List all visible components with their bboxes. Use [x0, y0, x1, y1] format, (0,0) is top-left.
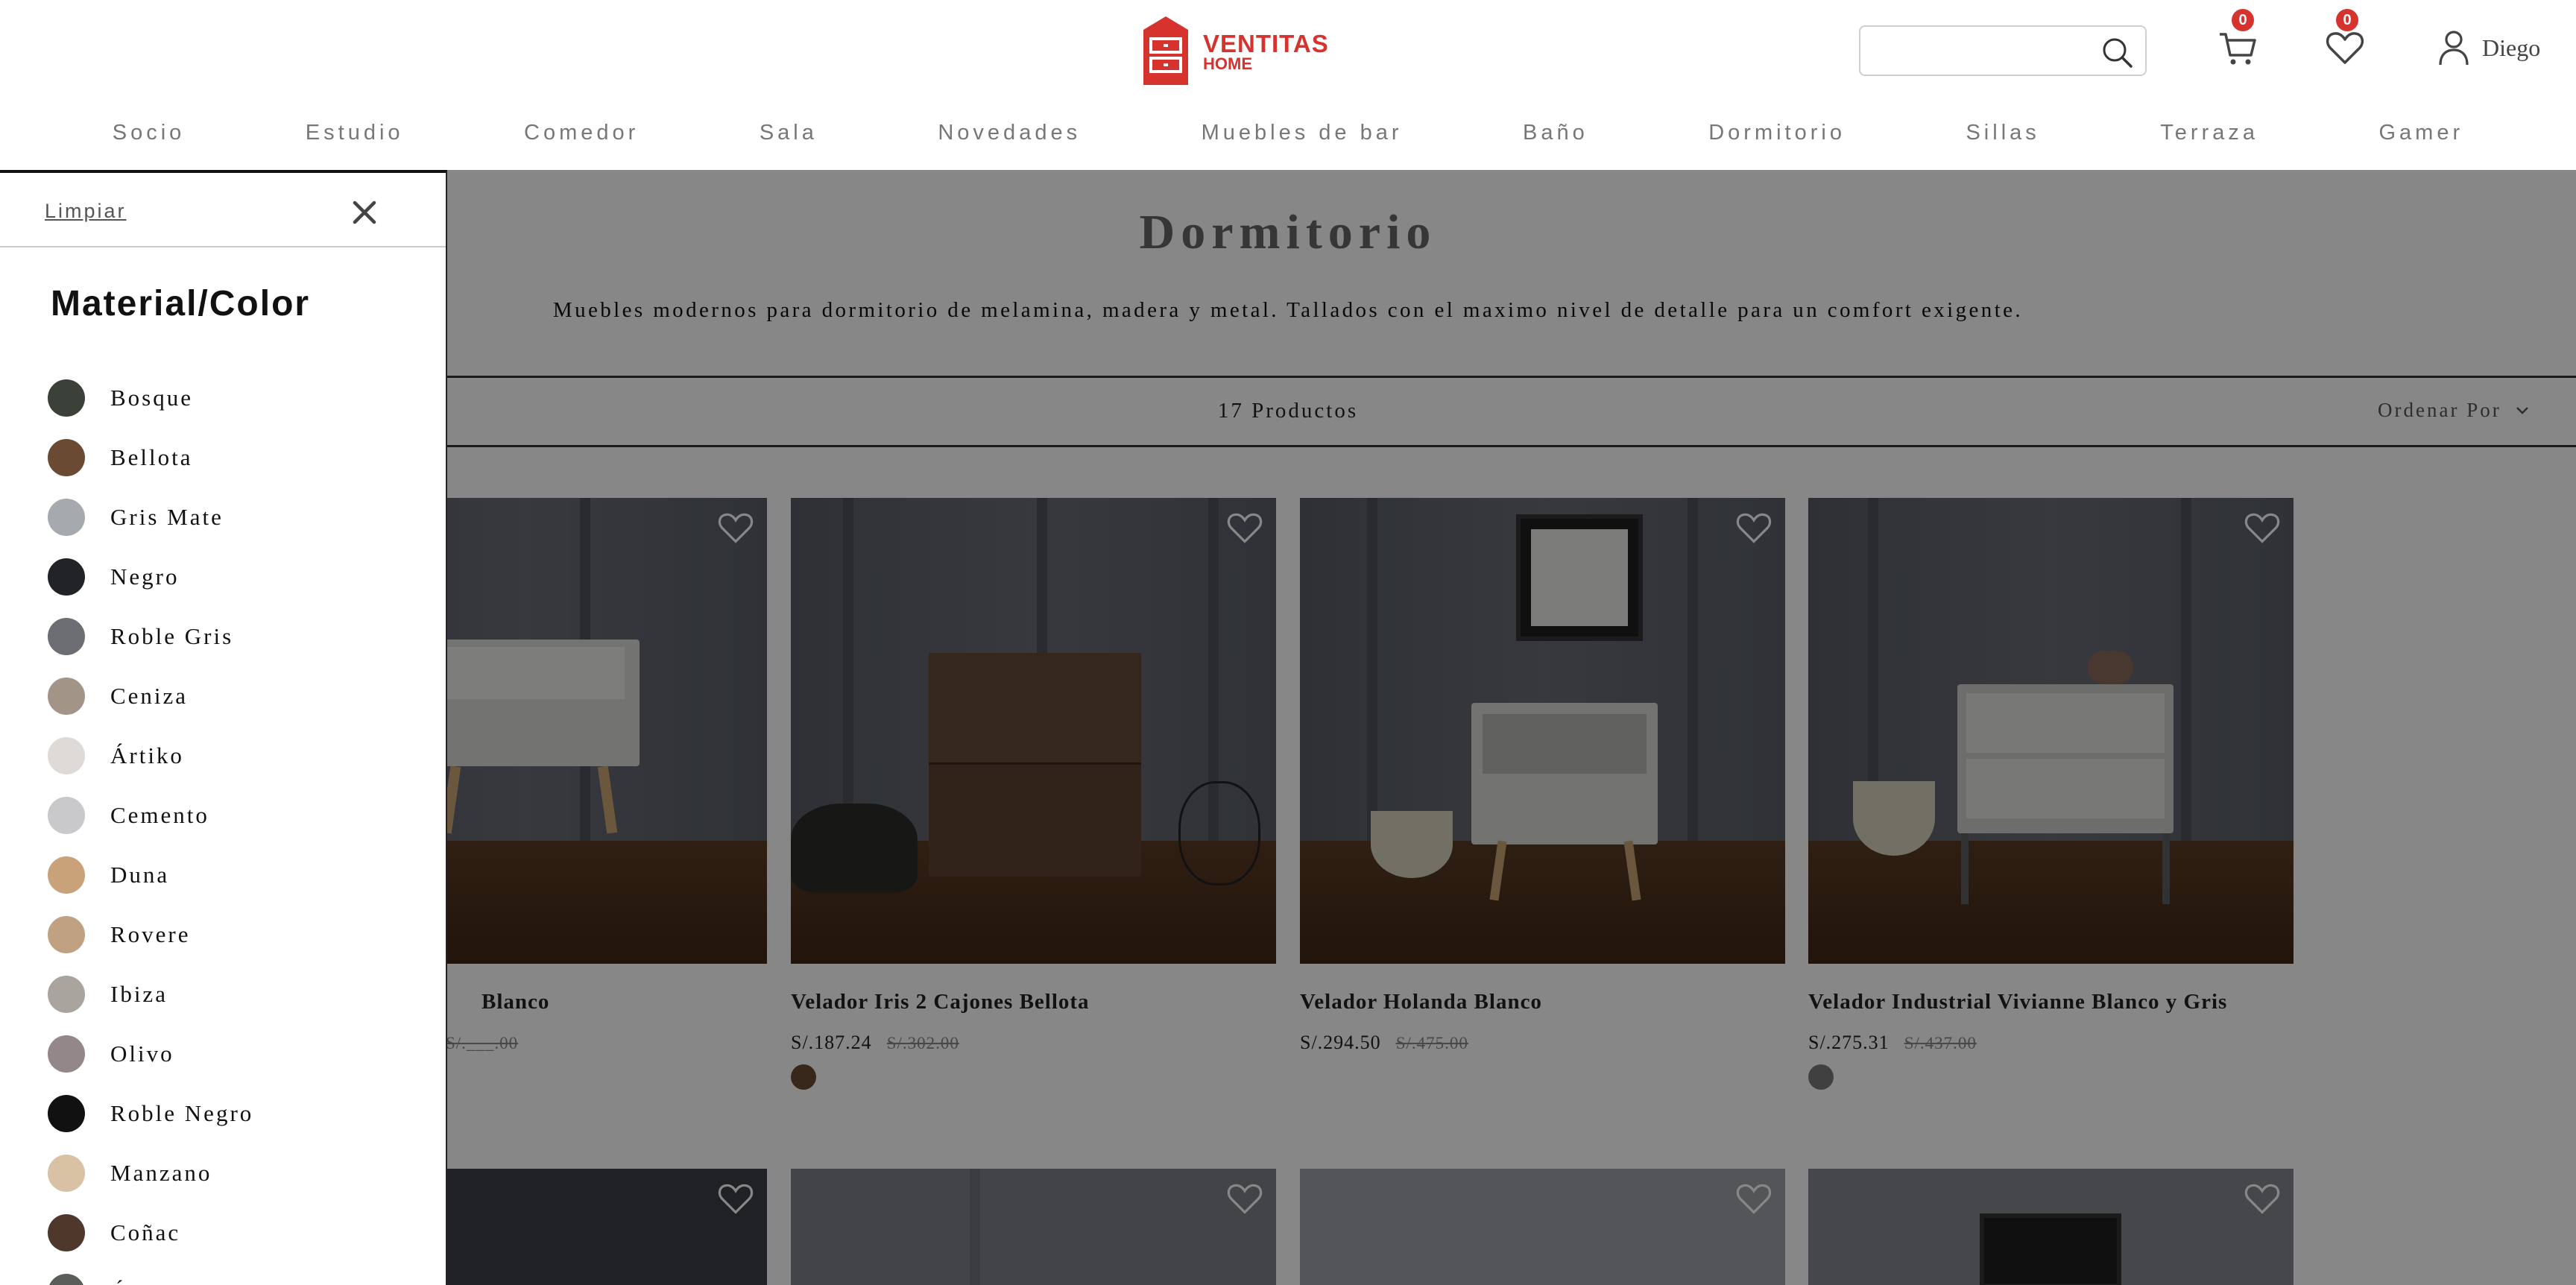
- filter-option-label: Bosque: [110, 385, 193, 411]
- filter-title: Material/Color: [51, 284, 311, 323]
- user-account[interactable]: Diego: [2437, 28, 2540, 67]
- color-swatch[interactable]: [48, 797, 85, 834]
- color-swatch[interactable]: [48, 856, 85, 894]
- color-swatch[interactable]: [48, 1155, 85, 1192]
- user-icon: [2439, 31, 2469, 66]
- close-icon[interactable]: [347, 195, 382, 230]
- search-box[interactable]: [1859, 25, 2147, 76]
- filter-option-duna[interactable]: Duna: [48, 845, 253, 905]
- filter-option-label: Bellota: [110, 444, 193, 470]
- nav-item-sala[interactable]: Sala: [760, 121, 818, 145]
- filter-option-rovere[interactable]: Rovere: [48, 905, 253, 964]
- logo-sub-text: HOME: [1203, 54, 1252, 73]
- color-swatch[interactable]: [48, 737, 85, 774]
- filter-option-label: Coñac: [110, 1219, 181, 1245]
- color-swatch[interactable]: [48, 1035, 85, 1073]
- filter-option-label: Duna: [110, 862, 170, 888]
- main-nav: Socio Estudio Comedor Sala Novedades Mue…: [0, 112, 2576, 154]
- wishlist-heart-icon[interactable]: [2324, 27, 2366, 69]
- color-swatch[interactable]: [48, 499, 85, 536]
- nav-item-comedor[interactable]: Comedor: [524, 121, 639, 145]
- store-logo-icon: [1143, 16, 1188, 85]
- site-header: VENTITAS HOME 0 0 Diego Socio Estudio Co…: [0, 0, 2576, 170]
- filter-option-label: Roble Gris: [110, 623, 234, 649]
- color-swatch[interactable]: [48, 976, 85, 1013]
- filter-option-label: Gris Mate: [110, 504, 224, 530]
- cart-icon[interactable]: [2217, 27, 2258, 69]
- nav-item-muebles-de-bar[interactable]: Muebles de bar: [1202, 121, 1403, 145]
- nav-item-socio[interactable]: Socio: [113, 121, 186, 145]
- wishlist-count-badge: 0: [2336, 9, 2358, 31]
- clear-filters-link[interactable]: Limpiar: [45, 200, 127, 223]
- filter-option-label: Ártiko: [110, 742, 184, 768]
- search-input[interactable]: [1872, 27, 2099, 73]
- filter-drawer: Limpiar Material/Color Bosque Bellota Gr…: [0, 170, 447, 1285]
- color-swatch[interactable]: [48, 618, 85, 655]
- filter-option-label: Ibiza: [110, 981, 168, 1007]
- color-swatch[interactable]: [48, 558, 85, 596]
- nav-item-gamer[interactable]: Gamer: [2378, 121, 2463, 145]
- filter-option-negro[interactable]: Negro: [48, 547, 253, 607]
- filter-option-label: Rovere: [110, 921, 191, 947]
- nav-item-sillas[interactable]: Sillas: [1966, 121, 2039, 145]
- color-swatch[interactable]: [48, 379, 85, 417]
- filter-option-ibiza[interactable]: Ibiza: [48, 964, 253, 1024]
- filter-option-gris-mate[interactable]: Gris Mate: [48, 487, 253, 547]
- filter-option-conac[interactable]: Coñac: [48, 1203, 253, 1263]
- filter-option-label: Manzano: [110, 1160, 212, 1186]
- user-name: Diego: [2482, 34, 2541, 61]
- filter-option-label: Roble Negro: [110, 1100, 254, 1126]
- filter-option-cemento[interactable]: Cemento: [48, 786, 253, 845]
- filter-option-manzano[interactable]: Manzano: [48, 1143, 253, 1203]
- nav-item-terraza[interactable]: Terraza: [2160, 121, 2258, 145]
- filter-option-ceniza[interactable]: Ceniza: [48, 666, 253, 726]
- filter-option-artiko[interactable]: Ártiko: [48, 726, 253, 786]
- ventitas-home-logo[interactable]: VENTITAS HOME: [1139, 15, 1329, 88]
- nav-item-bano[interactable]: Baño: [1523, 121, 1588, 145]
- cart-count-badge: 0: [2232, 9, 2254, 31]
- filter-option-roble-negro[interactable]: Roble Negro: [48, 1084, 253, 1143]
- filter-option-label: Cemento: [110, 802, 209, 828]
- nav-item-estudio[interactable]: Estudio: [306, 121, 404, 145]
- color-swatch[interactable]: [48, 916, 85, 953]
- logo-main-text: VENTITAS: [1203, 29, 1329, 57]
- filter-option-roble-gris[interactable]: Roble Gris: [48, 607, 253, 666]
- color-swatch[interactable]: [48, 1214, 85, 1251]
- filter-option-label: Olivo: [110, 1041, 174, 1067]
- filter-option-bosque[interactable]: Bosque: [48, 368, 253, 428]
- search-icon[interactable]: [2100, 36, 2133, 69]
- filter-option-label: Ónix: [110, 1279, 165, 1285]
- color-swatch[interactable]: [48, 439, 85, 476]
- nav-item-novedades[interactable]: Novedades: [938, 121, 1081, 145]
- color-swatch[interactable]: [48, 1095, 85, 1132]
- filter-option-bellota[interactable]: Bellota: [48, 428, 253, 487]
- filter-option-label: Ceniza: [110, 683, 189, 709]
- color-filter-list: Bosque Bellota Gris Mate Negro Roble Gri…: [48, 368, 253, 1285]
- nav-item-dormitorio[interactable]: Dormitorio: [1708, 121, 1846, 145]
- filter-option-olivo[interactable]: Olivo: [48, 1024, 253, 1084]
- drawer-divider: [0, 246, 446, 247]
- filter-option-onix[interactable]: Ónix: [48, 1263, 253, 1285]
- color-swatch[interactable]: [48, 678, 85, 715]
- filter-option-label: Negro: [110, 563, 180, 590]
- color-swatch[interactable]: [48, 1274, 85, 1285]
